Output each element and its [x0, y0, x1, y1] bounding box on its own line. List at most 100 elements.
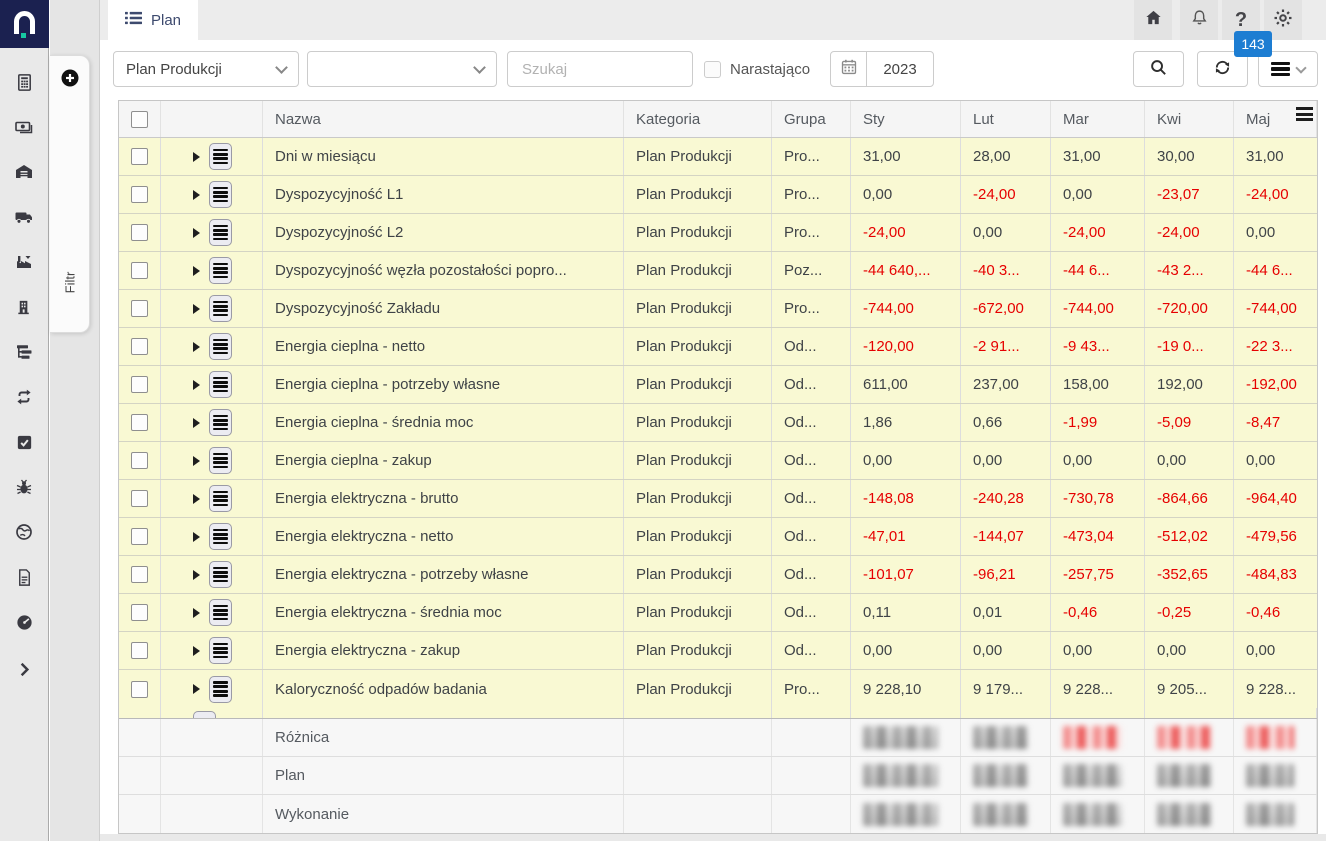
sidebar-item-factory[interactable] [0, 242, 48, 287]
row-checkbox[interactable] [131, 681, 148, 698]
table-row[interactable]: Dyspozycyjność węzła pozostałości popro.… [119, 252, 1317, 290]
table-row[interactable]: Energia elektryczna - zakupPlan Produkcj… [119, 632, 1317, 670]
expand-caret-icon[interactable] [193, 532, 200, 542]
column-header-nazwa[interactable]: Nazwa [263, 101, 624, 137]
row-checkbox[interactable] [131, 566, 148, 583]
expand-caret-icon[interactable] [193, 342, 200, 352]
row-checkbox[interactable] [131, 148, 148, 165]
row-menu-button[interactable] [209, 523, 232, 550]
factory-icon [14, 252, 34, 277]
row-checkbox[interactable] [131, 300, 148, 317]
row-checkbox[interactable] [131, 262, 148, 279]
sidebar-item-bug[interactable] [0, 467, 48, 512]
year-value[interactable]: 2023 [867, 61, 933, 78]
search-button[interactable] [1133, 51, 1184, 87]
row-checkbox[interactable] [131, 376, 148, 393]
table-row[interactable]: Energia elektryczna - bruttoPlan Produkc… [119, 480, 1317, 518]
dashboard-icon [15, 613, 34, 637]
sidebar-item-globe[interactable] [0, 512, 48, 557]
table-row[interactable]: Energia cieplna - średnia mocPlan Produk… [119, 404, 1317, 442]
column-header-kwi[interactable]: Kwi [1145, 101, 1234, 137]
column-header-mar[interactable]: Mar [1051, 101, 1145, 137]
tab-plan[interactable]: Plan [108, 0, 198, 40]
expand-caret-icon[interactable] [193, 304, 200, 314]
expand-caret-icon[interactable] [193, 380, 200, 390]
search-input[interactable] [520, 60, 680, 79]
table-row[interactable]: Energia elektryczna - nettoPlan Produkcj… [119, 518, 1317, 556]
sidebar-item-truck[interactable] [0, 197, 48, 242]
row-checkbox[interactable] [131, 452, 148, 469]
table-row[interactable]: Energia cieplna - potrzeby własnePlan Pr… [119, 366, 1317, 404]
sidebar-expand-button[interactable] [0, 649, 48, 694]
column-header-lut[interactable]: Lut [961, 101, 1051, 137]
add-filter-icon[interactable] [60, 68, 80, 88]
row-menu-button[interactable] [209, 333, 232, 360]
expand-caret-icon[interactable] [193, 494, 200, 504]
expand-caret-icon[interactable] [193, 418, 200, 428]
sidebar-item-tasks[interactable] [0, 422, 48, 467]
sidebar-item-building[interactable] [0, 287, 48, 332]
row-menu-button[interactable] [209, 447, 232, 474]
row-menu-button[interactable] [209, 485, 232, 512]
sidebar-item-dashboard[interactable] [0, 602, 48, 647]
sidebar-item-cash[interactable] [0, 107, 48, 152]
secondary-select[interactable] [307, 51, 497, 87]
cumulative-checkbox[interactable] [704, 61, 721, 78]
table-row[interactable]: Energia cieplna - zakupPlan ProdukcjiOd.… [119, 442, 1317, 480]
sidebar-item-warehouse[interactable] [0, 152, 48, 197]
table-row[interactable]: Energia cieplna - nettoPlan ProdukcjiOd.… [119, 328, 1317, 366]
row-checkbox[interactable] [131, 604, 148, 621]
row-menu-button[interactable] [209, 561, 232, 588]
row-menu-button[interactable] [209, 295, 232, 322]
table-row[interactable]: Energia elektryczna - średnia mocPlan Pr… [119, 594, 1317, 632]
notifications-button[interactable] [1180, 0, 1218, 40]
app-logo[interactable] [0, 0, 49, 48]
expand-caret-icon[interactable] [193, 228, 200, 238]
row-checkbox[interactable] [131, 414, 148, 431]
dataset-select[interactable]: Plan Produkcji [113, 51, 299, 87]
row-menu-button[interactable] [209, 599, 232, 626]
row-checkbox[interactable] [131, 338, 148, 355]
row-menu-button[interactable] [209, 409, 232, 436]
column-header-kategoria[interactable]: Kategoria [624, 101, 772, 137]
row-menu-button[interactable] [209, 257, 232, 284]
expand-caret-icon[interactable] [193, 266, 200, 276]
table-row[interactable]: Dyspozycyjność L1Plan ProdukcjiPro...0,0… [119, 176, 1317, 214]
table-row[interactable]: Dyspozycyjność L2Plan ProdukcjiPro...-24… [119, 214, 1317, 252]
expand-caret-icon[interactable] [193, 190, 200, 200]
row-menu-button[interactable] [209, 143, 232, 170]
expand-caret-icon[interactable] [193, 608, 200, 618]
expand-caret-icon[interactable] [193, 570, 200, 580]
row-menu-button[interactable] [209, 181, 232, 208]
expand-caret-icon[interactable] [193, 456, 200, 466]
expand-caret-icon[interactable] [193, 684, 200, 694]
row-menu-button[interactable] [209, 676, 232, 703]
sidebar-item-calculator[interactable] [0, 62, 48, 107]
row-menu-button[interactable] [209, 219, 232, 246]
column-header-sty[interactable]: Sty [851, 101, 961, 137]
column-header-grupa[interactable]: Grupa [772, 101, 851, 137]
sidebar-item-document[interactable] [0, 557, 48, 602]
filter-flyout-tab[interactable]: Filtr [50, 55, 90, 333]
table-row[interactable]: Energia elektryczna - potrzeby własnePla… [119, 556, 1317, 594]
row-controls-cell [161, 138, 263, 175]
table-row[interactable]: Kaloryczność odpadów badaniaPlan Produkc… [119, 670, 1317, 708]
sidebar-item-tree-list[interactable] [0, 332, 48, 377]
sidebar-item-sync[interactable] [0, 377, 48, 422]
row-menu-button[interactable] [209, 371, 232, 398]
table-row[interactable]: Dni w miesiącuPlan ProdukcjiPro...31,002… [119, 138, 1317, 176]
column-chooser-icon[interactable] [1296, 107, 1313, 124]
select-all-checkbox[interactable] [131, 111, 148, 128]
row-value: -19 0... [1145, 328, 1234, 365]
row-checkbox[interactable] [131, 224, 148, 241]
expand-caret-icon[interactable] [193, 646, 200, 656]
expand-caret-icon[interactable] [193, 152, 200, 162]
row-checkbox[interactable] [131, 528, 148, 545]
calendar-button[interactable] [831, 52, 867, 86]
table-row[interactable]: Dyspozycyjność ZakładuPlan ProdukcjiPro.… [119, 290, 1317, 328]
row-checkbox[interactable] [131, 186, 148, 203]
row-menu-button[interactable] [209, 637, 232, 664]
row-checkbox[interactable] [131, 490, 148, 507]
row-checkbox[interactable] [131, 642, 148, 659]
home-button[interactable] [1134, 0, 1172, 40]
